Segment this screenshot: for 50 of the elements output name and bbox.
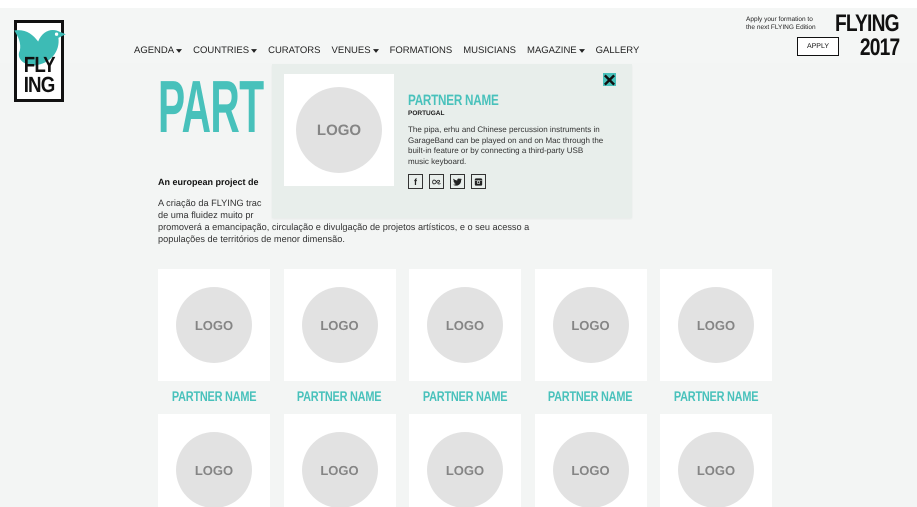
partner-name[interactable]: PARTNER NAME	[297, 388, 382, 404]
partner-card[interactable]: LOGO	[158, 414, 270, 507]
instagram-button[interactable]	[471, 174, 486, 189]
nav-link[interactable]: MAGAZINE	[527, 45, 585, 56]
partner-name[interactable]: PARTNER NAME	[172, 388, 256, 404]
logo-placeholder: LOGO	[176, 287, 252, 363]
partner-card[interactable]: LOGO	[409, 414, 521, 507]
logo-placeholder: LOGO	[302, 432, 378, 507]
logo-placeholder: LOGO	[302, 287, 378, 363]
close-button[interactable]	[603, 73, 616, 86]
logo-placeholder: LOGO	[552, 287, 628, 363]
logo-placeholder: LOGO	[427, 432, 503, 507]
edition-year: 2017	[859, 36, 899, 60]
logo-placeholder: LOGO	[552, 432, 628, 507]
partner-card[interactable]: LOGO	[284, 414, 396, 507]
nav-link[interactable]: COUNTRIES	[193, 45, 258, 56]
partner-card[interactable]: LOGO	[284, 269, 396, 381]
nav-link[interactable]: GALLERY	[596, 45, 640, 56]
partner-card[interactable]: LOGO	[409, 269, 521, 381]
page-title: PART	[158, 75, 264, 139]
facebook-button[interactable]: f	[408, 174, 423, 189]
partner-name: PARTNER NAME	[408, 92, 499, 109]
partner-card[interactable]: LOGO	[158, 269, 270, 381]
partner-name[interactable]: PARTNER NAME	[422, 388, 508, 404]
logo-placeholder: LOGO	[678, 287, 754, 363]
lastfm-icon	[432, 178, 441, 186]
intro-paragraph: A criação da FLYING trac de uma fluidez muito pr promoverá a emancipação, circulação e divulgação de projetos artísticos, e o seu acesso a populações de territórios de menor dimensão.	[158, 197, 530, 245]
nav-link[interactable]: AGENDA	[134, 45, 182, 56]
intro-heading: An european project de	[158, 177, 259, 187]
partner-card[interactable]: LOGO	[660, 414, 772, 507]
partner-card[interactable]: LOGO	[534, 269, 646, 381]
partner-name[interactable]: PARTNER NAME	[674, 388, 758, 404]
logo-placeholder: LOGO	[427, 287, 503, 363]
partner-name[interactable]: PARTNER NAME	[548, 388, 633, 404]
partner-card[interactable]: LOGO	[660, 269, 772, 381]
twitter-button[interactable]	[450, 174, 465, 189]
nav-link[interactable]: CURATORS	[268, 45, 321, 56]
lastfm-button[interactable]	[429, 174, 444, 189]
twitter-icon	[453, 178, 462, 186]
logo-text: ING	[24, 75, 54, 95]
partner-description: The pipa, erhu and Chinese percussion instruments in GarageBand can be played on and on Mac through the built-in feature or by connecting a third-party USB music keyboard.	[408, 125, 604, 167]
partner-card[interactable]: LOGO	[534, 414, 646, 507]
nav-link[interactable]: FORMATIONS	[390, 45, 452, 56]
logo-placeholder: LOGO	[176, 432, 252, 507]
logo-placeholder: LOGO	[296, 87, 382, 173]
nav-link[interactable]: MUSICIANS	[463, 45, 516, 56]
logo-placeholder: LOGO	[678, 432, 754, 507]
edition-title: FLYING	[835, 12, 899, 36]
nav-link[interactable]: VENUES	[332, 45, 379, 56]
instagram-icon	[474, 178, 483, 186]
